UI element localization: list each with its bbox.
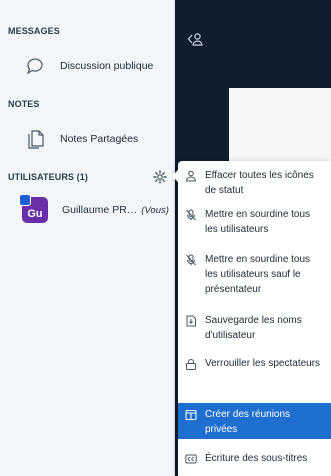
menu-item-label: Créer des réunions privées	[205, 409, 291, 435]
menu-item-label: Mettre en sourdine tous les utilisateurs…	[205, 254, 311, 295]
users-section-title: UTILISATEURS (1)	[8, 172, 88, 182]
notes-icon	[28, 130, 44, 149]
menu-item-mute-all[interactable]: Mettre en sourdine tous les utilisateurs	[178, 207, 331, 237]
user-list-sidebar: MESSAGES Discussion publique NOTES Notes…	[0, 0, 175, 476]
chat-icon	[26, 58, 43, 75]
menu-item-lock-viewers[interactable]: Verrouiller les spectateurs	[178, 356, 331, 371]
collapse-user-list-icon[interactable]	[186, 30, 204, 48]
menu-item-label: Écriture des sous-titres	[205, 453, 308, 464]
save-icon	[186, 315, 196, 327]
menu-item-label: Mettre en sourdine tous les utilisateurs	[205, 209, 311, 235]
user-list-item[interactable]: Gu Guillaume PR… (Vous)	[19, 194, 169, 223]
closed-captions-icon	[185, 454, 197, 464]
presenter-badge-icon	[19, 194, 31, 206]
shared-notes-item[interactable]: Notes Partagées	[24, 128, 138, 150]
avatar: Gu	[19, 194, 48, 223]
user-you-label: (Vous)	[141, 204, 169, 216]
mute-icon	[186, 254, 196, 266]
user-options-menu: Effacer toutes les icônes de statut Mett…	[172, 161, 331, 476]
mute-icon	[186, 209, 196, 221]
menu-item-label: Effacer toutes les icônes de statut	[205, 170, 314, 196]
breakout-rooms-icon	[185, 410, 197, 420]
notes-section-title: NOTES	[8, 99, 40, 109]
public-chat-label: Discussion publique	[60, 60, 154, 72]
menu-item-clear-status[interactable]: Effacer toutes les icônes de statut	[178, 168, 331, 198]
gear-icon[interactable]	[153, 170, 167, 184]
lock-icon	[186, 359, 196, 370]
menu-item-closed-captions[interactable]: Écriture des sous-titres	[178, 451, 331, 466]
shared-notes-label: Notes Partagées	[60, 133, 139, 145]
messages-section-title: MESSAGES	[8, 26, 60, 36]
menu-item-save-user-names[interactable]: Sauvegarde les noms d'utilisateur	[178, 313, 331, 343]
user-icon	[185, 170, 197, 182]
menu-item-mute-all-except-presenter[interactable]: Mettre en sourdine tous les utilisateurs…	[178, 252, 331, 297]
menu-item-label: Sauvegarde les noms d'utilisateur	[205, 315, 302, 341]
user-name: Guillaume PR…	[62, 204, 138, 216]
menu-item-create-breakout-rooms[interactable]: Créer des réunions privées	[178, 403, 331, 439]
avatar-initials: Gu	[27, 208, 43, 220]
public-chat-item[interactable]: Discussion publique	[24, 55, 153, 77]
menu-item-label: Verrouiller les spectateurs	[205, 358, 321, 369]
